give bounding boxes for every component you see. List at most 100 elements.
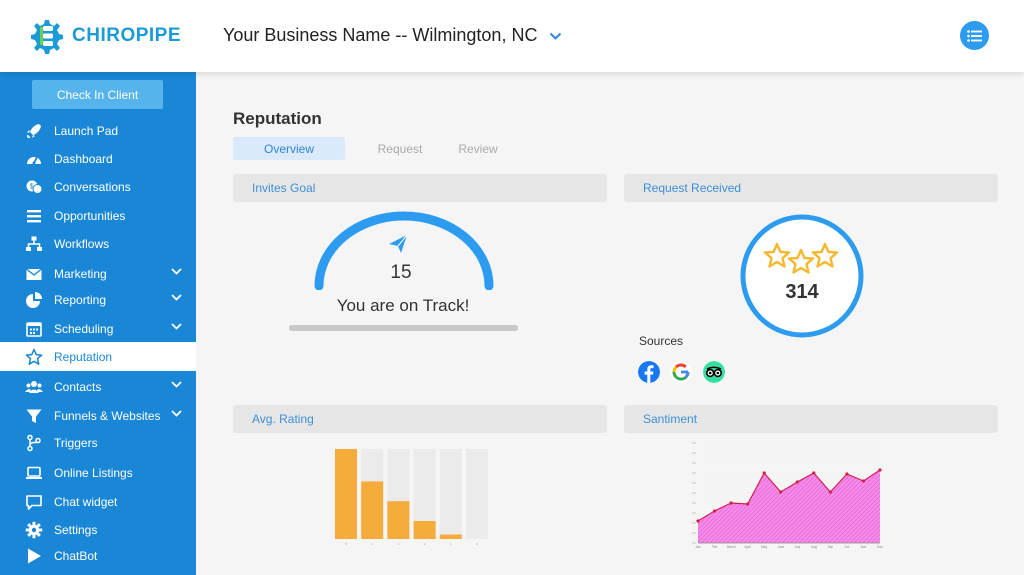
sidebar-item-label: Reporting bbox=[54, 292, 107, 307]
sentiment-point bbox=[712, 509, 717, 513]
request-received-header: Request Received bbox=[624, 174, 998, 202]
sidebar-item-launch-pad[interactable]: Launch Pad bbox=[0, 117, 196, 144]
menu-list-button[interactable] bbox=[960, 21, 989, 50]
sidebar-item-label: Settings bbox=[54, 522, 98, 537]
google-icon[interactable] bbox=[670, 361, 692, 383]
rocket-icon bbox=[25, 122, 43, 140]
sidebar-item-label: Conversations bbox=[54, 179, 131, 194]
paper-plane-icon bbox=[389, 234, 408, 253]
ring-circle bbox=[740, 214, 864, 338]
sentiment-point bbox=[812, 471, 816, 475]
bar bbox=[439, 534, 462, 539]
chevron-down-icon bbox=[171, 410, 182, 417]
sentiment-point bbox=[795, 480, 799, 484]
bar bbox=[335, 449, 357, 539]
sidebar-item-marketing[interactable]: Marketing bbox=[0, 260, 196, 287]
bar-category-label: 2 bbox=[424, 542, 426, 546]
bar-category-label: 5 bbox=[345, 542, 347, 546]
x-tick-label: Nov bbox=[861, 545, 867, 549]
star-icon bbox=[25, 348, 43, 366]
sidebar-item-label: Funnels & Websites bbox=[54, 408, 161, 423]
sidebar-item-reporting[interactable]: Reporting bbox=[0, 286, 196, 313]
invites-goal-header: Invites Goal bbox=[233, 174, 607, 202]
chat-box-icon bbox=[25, 493, 43, 511]
users-icon bbox=[25, 378, 43, 396]
sidebar-item-triggers[interactable]: Triggers bbox=[0, 429, 196, 456]
branch-icon bbox=[25, 434, 43, 452]
chevron-down-icon bbox=[171, 381, 182, 388]
chat-bubbles-icon: $ bbox=[25, 178, 43, 196]
request-count: 314 bbox=[785, 281, 819, 303]
sidebar-item-scheduling[interactable]: Scheduling bbox=[0, 315, 196, 342]
sidebar-item-contacts[interactable]: Contacts bbox=[0, 373, 196, 400]
x-tick-label: Dec bbox=[877, 545, 883, 549]
sidebar-item-dashboard[interactable]: Dashboard bbox=[0, 145, 196, 172]
pie-chart-icon bbox=[25, 291, 43, 309]
tripadvisor-icon[interactable] bbox=[703, 361, 725, 383]
bar-category-label: 0 bbox=[476, 542, 478, 546]
list-lines-icon bbox=[25, 207, 43, 225]
funnel-icon bbox=[25, 407, 43, 425]
chevron-down-icon bbox=[171, 268, 182, 275]
sidebar-item-label: Workflows bbox=[54, 236, 110, 251]
tab-request[interactable]: Request bbox=[369, 137, 431, 160]
sidebar-item-label: Contacts bbox=[54, 379, 102, 394]
sidebar-item-label: Scheduling bbox=[54, 321, 114, 336]
bar-category-label: 3 bbox=[398, 542, 400, 546]
sidebar-item-label: Chat widget bbox=[54, 494, 118, 509]
play-icon bbox=[25, 547, 43, 565]
sentiment-area-chart: Jan Feb March April May June July Aug Sep Oct Nov D… bbox=[692, 442, 883, 549]
x-tick-label: June bbox=[777, 545, 784, 549]
sidebar-item-label: Online Listings bbox=[54, 465, 133, 480]
bar-category-label: 4 bbox=[371, 542, 373, 546]
sidebar-item-settings[interactable]: Settings bbox=[0, 516, 196, 543]
tab-review[interactable]: Review bbox=[450, 137, 506, 160]
sidebar: Check In Client Launch Pad Dashboard $ Conv… bbox=[0, 72, 196, 575]
sentiment-point bbox=[696, 519, 700, 523]
avg-rating-header: Avg. Rating bbox=[233, 405, 607, 433]
bar-track bbox=[466, 449, 488, 539]
sidebar-item-chat-widget[interactable]: Chat widget bbox=[0, 488, 196, 515]
sentiment-point bbox=[762, 471, 766, 475]
invites-count: 15 bbox=[390, 262, 412, 283]
sidebar-item-chatbot[interactable]: ChatBot bbox=[0, 542, 196, 569]
x-tick-label: Sep bbox=[828, 545, 834, 549]
avg-rating-bar-chart: 5 4 3 2 1 0 bbox=[335, 449, 488, 546]
sidebar-item-funnels-and-websites[interactable]: Funnels & Websites bbox=[0, 402, 196, 429]
laptop-icon bbox=[25, 464, 43, 482]
sources-label: Sources bbox=[639, 334, 684, 348]
app-logo[interactable]: CHIROPIPE bbox=[26, 17, 181, 55]
sidebar-item-opportunities[interactable]: Opportunities bbox=[0, 202, 196, 229]
sentiment-area bbox=[698, 470, 880, 543]
bar bbox=[387, 501, 410, 539]
sidebar-item-label: Marketing bbox=[54, 266, 107, 281]
sidebar-item-online-listings[interactable]: Online Listings bbox=[0, 459, 196, 486]
facebook-icon[interactable] bbox=[638, 361, 660, 383]
sidebar-item-label: Triggers bbox=[54, 435, 98, 450]
x-tick-label: May bbox=[761, 545, 767, 549]
invites-progress-bar bbox=[289, 325, 518, 331]
top-header: CHIROPIPE Your Business Name -- Wilmingt… bbox=[0, 0, 1024, 72]
invites-status: You are on Track! bbox=[336, 296, 470, 315]
request-ring bbox=[740, 214, 864, 338]
sentiment-point bbox=[861, 479, 866, 483]
tab-overview[interactable]: Overview bbox=[233, 137, 345, 160]
x-tick-label: Aug bbox=[811, 545, 817, 549]
sentiment-point bbox=[779, 490, 783, 494]
bar bbox=[361, 481, 384, 539]
sidebar-item-conversations[interactable]: $ Conversations bbox=[0, 173, 196, 200]
check-in-client-button[interactable]: Check In Client bbox=[32, 80, 163, 109]
bar bbox=[413, 521, 436, 539]
x-tick-label: April bbox=[744, 545, 751, 549]
sentiment-header: Santiment bbox=[624, 405, 998, 433]
sidebar-item-label: Opportunities bbox=[54, 208, 126, 223]
sidebar-item-label: Launch Pad bbox=[54, 123, 119, 138]
envelope-icon bbox=[25, 265, 43, 283]
sidebar-item-reputation[interactable]: Reputation bbox=[0, 342, 196, 371]
sidebar-item-workflows[interactable]: Workflows bbox=[0, 230, 196, 257]
x-tick-label: Feb bbox=[712, 545, 718, 549]
chevron-down-icon bbox=[550, 32, 562, 40]
svg-text:$: $ bbox=[30, 183, 34, 190]
business-selector[interactable]: Your Business Name -- Wilmington, NC bbox=[223, 25, 562, 46]
sentiment-point bbox=[878, 468, 882, 472]
